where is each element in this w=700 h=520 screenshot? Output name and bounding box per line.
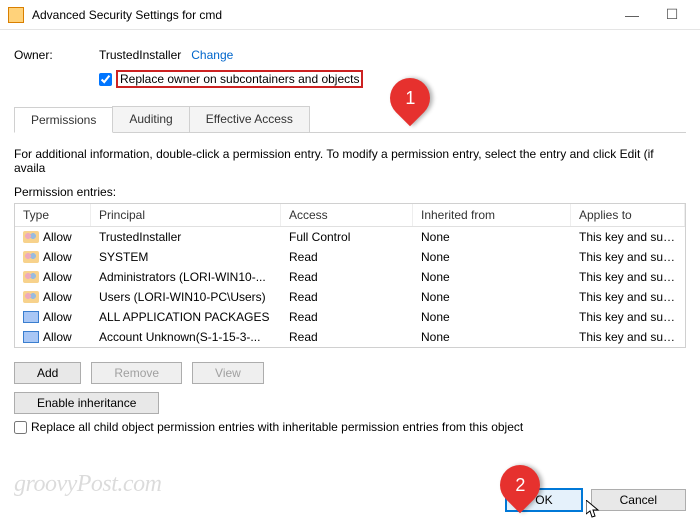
cell-type: Allow xyxy=(43,270,72,284)
users-icon xyxy=(23,271,39,283)
entry-buttons: Add Remove View xyxy=(14,362,686,384)
tabs: Permissions Auditing Effective Access xyxy=(14,106,686,133)
change-owner-link[interactable]: Change xyxy=(191,48,233,62)
table-row[interactable]: Allow TrustedInstallerFull ControlNoneThi… xyxy=(15,227,685,247)
cell-applies: This key and subkeys xyxy=(571,328,685,346)
cell-applies: This key and subkeys xyxy=(571,308,685,326)
titlebar: Advanced Security Settings for cmd — ☐ xyxy=(0,0,700,30)
cell-principal: ALL APPLICATION PACKAGES xyxy=(91,308,281,326)
cell-applies: This key and subkeys xyxy=(571,288,685,306)
replace-owner-label[interactable]: Replace owner on subcontainers and objec… xyxy=(116,70,363,88)
table-row[interactable]: Allow Administrators (LORI-WIN10-...ReadN… xyxy=(15,267,685,287)
owner-label: Owner: xyxy=(14,48,99,62)
cell-principal: SYSTEM xyxy=(91,248,281,266)
users-icon xyxy=(23,231,39,243)
cell-type: Allow xyxy=(43,250,72,264)
cell-type: Allow xyxy=(43,330,72,344)
cell-principal: Account Unknown(S-1-15-3-... xyxy=(91,328,281,346)
view-button: View xyxy=(192,362,264,384)
col-principal[interactable]: Principal xyxy=(91,204,281,226)
window-title: Advanced Security Settings for cmd xyxy=(32,8,222,22)
table-row[interactable]: Allow ALL APPLICATION PACKAGESReadNoneThi… xyxy=(15,307,685,327)
minimize-button[interactable]: — xyxy=(612,4,652,26)
cell-inherited: None xyxy=(413,288,571,306)
tab-effective-access[interactable]: Effective Access xyxy=(189,106,310,132)
cell-type: Allow xyxy=(43,310,72,324)
owner-row: Owner: TrustedInstaller Change xyxy=(14,48,686,62)
cell-inherited: None xyxy=(413,328,571,346)
replace-all-label[interactable]: Replace all child object permission entr… xyxy=(31,420,523,434)
cell-applies: This key and subkeys xyxy=(571,268,685,286)
cell-principal: Users (LORI-WIN10-PC\Users) xyxy=(91,288,281,306)
cell-access: Read xyxy=(281,268,413,286)
entries-label: Permission entries: xyxy=(14,185,686,199)
table-header: Type Principal Access Inherited from App… xyxy=(15,204,685,227)
cell-inherited: None xyxy=(413,308,571,326)
remove-button: Remove xyxy=(91,362,182,384)
cell-type: Allow xyxy=(43,230,72,244)
add-button[interactable]: Add xyxy=(14,362,81,384)
table-row[interactable]: Allow SYSTEMReadNoneThis key and subkeys xyxy=(15,247,685,267)
cell-inherited: None xyxy=(413,268,571,286)
replace-all-checkbox[interactable] xyxy=(14,421,27,434)
tab-auditing[interactable]: Auditing xyxy=(112,106,189,132)
ok-button[interactable]: OK xyxy=(505,488,582,512)
watermark: groovyPost.com xyxy=(14,471,161,498)
cell-principal: TrustedInstaller xyxy=(91,228,281,246)
content-area: Owner: TrustedInstaller Change Replace o… xyxy=(0,30,700,434)
col-access[interactable]: Access xyxy=(281,204,413,226)
permissions-table: Type Principal Access Inherited from App… xyxy=(14,203,686,348)
info-text: For additional information, double-click… xyxy=(14,147,686,175)
col-inherited[interactable]: Inherited from xyxy=(413,204,571,226)
folder-icon xyxy=(8,7,24,23)
table-row[interactable]: Allow Account Unknown(S-1-15-3-...ReadNon… xyxy=(15,327,685,347)
cell-inherited: None xyxy=(413,248,571,266)
replace-owner-row: Replace owner on subcontainers and objec… xyxy=(99,70,686,88)
cell-applies: This key and subkeys xyxy=(571,248,685,266)
col-type[interactable]: Type xyxy=(15,204,91,226)
owner-value: TrustedInstaller xyxy=(99,48,181,62)
cell-access: Full Control xyxy=(281,228,413,246)
cell-type: Allow xyxy=(43,290,72,304)
users-icon xyxy=(23,291,39,303)
package-icon xyxy=(23,311,39,323)
cell-access: Read xyxy=(281,288,413,306)
cell-applies: This key and subkeys xyxy=(571,228,685,246)
package-icon xyxy=(23,331,39,343)
cell-principal: Administrators (LORI-WIN10-... xyxy=(91,268,281,286)
maximize-button[interactable]: ☐ xyxy=(652,4,692,26)
enable-inheritance-button[interactable]: Enable inheritance xyxy=(14,392,159,414)
cell-access: Read xyxy=(281,328,413,346)
replace-all-row: Replace all child object permission entr… xyxy=(14,420,686,434)
dialog-footer: OK Cancel xyxy=(505,488,686,512)
cancel-button[interactable]: Cancel xyxy=(591,489,686,511)
cell-access: Read xyxy=(281,308,413,326)
cell-access: Read xyxy=(281,248,413,266)
users-icon xyxy=(23,251,39,263)
table-body: AllowTrustedInstallerFull ControlNoneThi… xyxy=(15,227,685,347)
replace-owner-checkbox[interactable] xyxy=(99,73,112,86)
table-row[interactable]: Allow Users (LORI-WIN10-PC\Users)ReadNone… xyxy=(15,287,685,307)
col-applies[interactable]: Applies to xyxy=(571,204,685,226)
cell-inherited: None xyxy=(413,228,571,246)
tab-permissions[interactable]: Permissions xyxy=(14,107,113,133)
